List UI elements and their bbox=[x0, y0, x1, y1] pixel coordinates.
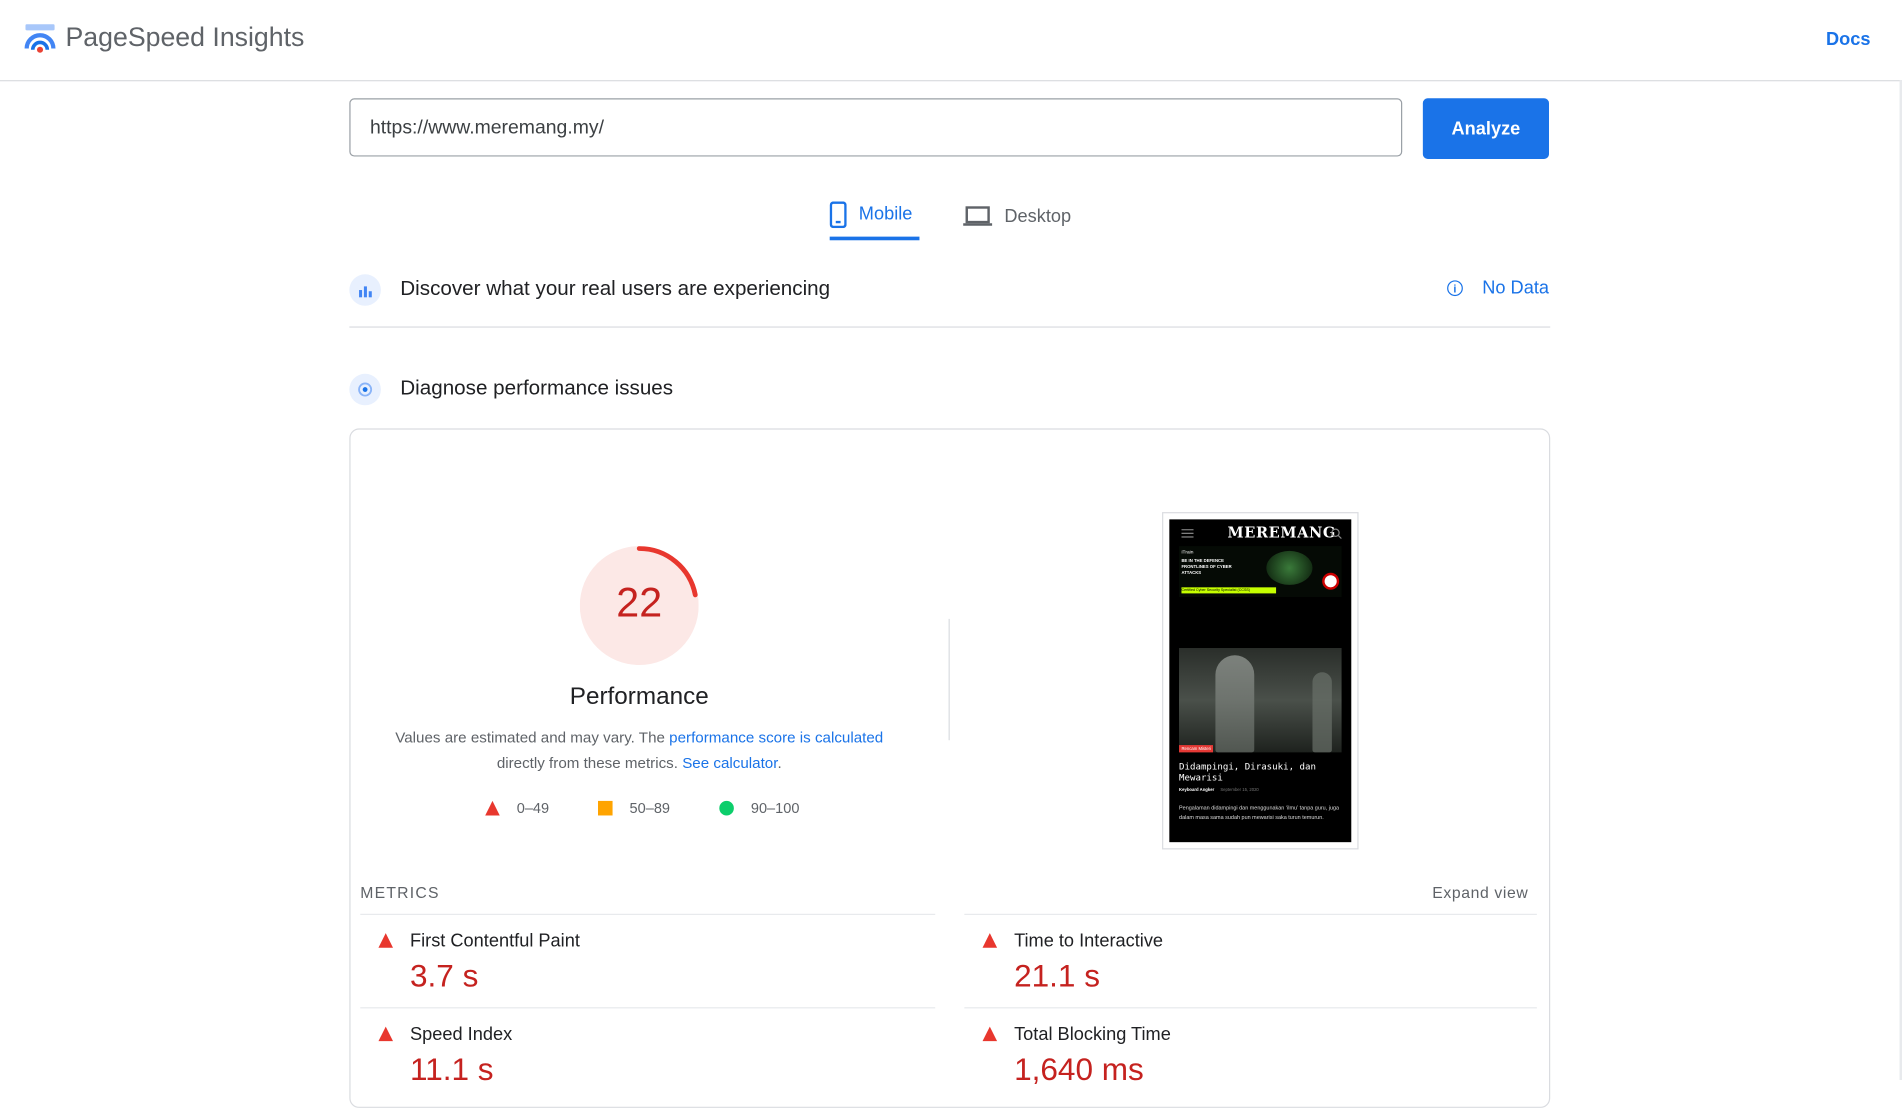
diagnose-radar-icon bbox=[349, 373, 381, 406]
ad-shield-icon bbox=[1322, 572, 1340, 590]
screenshot-byline: Keyboard Angker September 15, 2020 bbox=[1179, 788, 1259, 793]
legend-average-range: 50–89 bbox=[629, 799, 671, 817]
laptop-icon bbox=[963, 206, 993, 226]
expand-view-toggle[interactable]: Expand view bbox=[1432, 883, 1528, 901]
note-prefix: Values are estimated and may vary. The bbox=[395, 729, 670, 747]
page-screenshot: MEREMANG iTrain BE IN THE DEFENCE FRONTL… bbox=[1162, 512, 1359, 850]
see-calculator-link[interactable]: See calculator bbox=[682, 755, 777, 772]
tab-desktop[interactable]: Desktop bbox=[963, 192, 1084, 241]
legend-fail-range: 0–49 bbox=[516, 799, 550, 817]
tab-mobile[interactable]: Mobile bbox=[829, 192, 920, 241]
pagespeed-logo-icon bbox=[24, 24, 56, 53]
legend-average: 50–89 bbox=[598, 800, 670, 817]
screenshot-date: September 15, 2020 bbox=[1220, 787, 1259, 793]
no-data-label: No Data bbox=[1482, 277, 1550, 299]
ad-virus-graphic bbox=[1266, 550, 1313, 585]
info-icon: i bbox=[1447, 280, 1463, 297]
fail-triangle-icon bbox=[982, 933, 998, 948]
performance-note: Values are estimated and may vary. The p… bbox=[386, 726, 893, 777]
users-chart-icon bbox=[349, 274, 381, 306]
ghost-figure bbox=[1215, 655, 1255, 753]
docs-link[interactable]: Docs bbox=[1826, 29, 1871, 50]
screenshot-author: Keyboard Angker bbox=[1179, 787, 1215, 793]
screenshot-search-icon bbox=[1331, 528, 1342, 539]
screenshot-screen: MEREMANG iTrain BE IN THE DEFENCE FRONTL… bbox=[1169, 519, 1352, 843]
performance-score: 22 bbox=[616, 580, 663, 627]
metrics-heading: METRICS bbox=[360, 883, 440, 902]
fail-triangle-icon bbox=[378, 1026, 394, 1042]
screenshot-site-logo: MEREMANG bbox=[1227, 524, 1336, 542]
hamburger-icon bbox=[1181, 529, 1194, 538]
legend-fail: 0–49 bbox=[485, 800, 549, 817]
pass-circle-icon bbox=[719, 800, 734, 816]
screenshot-category-tag: Rencam Misteri bbox=[1179, 745, 1214, 753]
card-vertical-divider bbox=[948, 618, 950, 741]
top-header: PageSpeed Insights Docs bbox=[0, 0, 1902, 82]
average-square-icon bbox=[598, 800, 613, 816]
tab-desktop-label: Desktop bbox=[1004, 205, 1072, 227]
no-data-link[interactable]: i No Data bbox=[1447, 278, 1549, 299]
metric-value: 11.1 s bbox=[409, 1050, 494, 1088]
legend-pass: 90–100 bbox=[719, 800, 799, 817]
performance-label: Performance bbox=[569, 683, 709, 710]
fail-triangle-icon bbox=[485, 800, 500, 816]
fail-triangle-icon bbox=[982, 1026, 998, 1042]
ad-text: BE IN THE DEFENCE FRONTLINES OF CYBER AT… bbox=[1181, 558, 1232, 576]
metrics-divider bbox=[360, 913, 936, 915]
metric-name: Total Blocking Time bbox=[1014, 1024, 1171, 1045]
lab-data-title: Diagnose performance issues bbox=[400, 376, 674, 400]
metric-value: 3.7 s bbox=[409, 957, 479, 994]
metric-value: 21.1 s bbox=[1014, 957, 1100, 994]
field-data-title: Discover what your real users are experi… bbox=[400, 276, 831, 300]
analyze-button[interactable]: Analyze bbox=[1422, 98, 1550, 159]
tab-mobile-label: Mobile bbox=[858, 203, 913, 225]
note-middle: directly from these metrics. bbox=[496, 754, 683, 772]
page: PageSpeed Insights Docs https://www.mere… bbox=[0, 0, 1902, 1108]
metric-name: Speed Index bbox=[409, 1024, 513, 1045]
metric-value: 1,640 ms bbox=[1014, 1050, 1144, 1088]
brand-title[interactable]: PageSpeed Insights bbox=[66, 22, 305, 54]
screenshot-excerpt: Pengalaman didampingi dan menggunakan ‘i… bbox=[1179, 804, 1340, 821]
note-suffix: . bbox=[777, 754, 782, 772]
score-calculated-link[interactable]: performance score is calculated bbox=[669, 729, 883, 746]
metric-name: First Contentful Paint bbox=[409, 930, 580, 952]
fail-triangle-icon bbox=[378, 933, 394, 948]
metric-name: Time to Interactive bbox=[1014, 930, 1164, 952]
section-divider bbox=[349, 326, 1551, 328]
screenshot-ad-banner: iTrain BE IN THE DEFENCE FRONTLINES OF C… bbox=[1179, 546, 1342, 598]
screenshot-headline: Didampingi, Dirasuki, dan Mewarisi bbox=[1179, 760, 1316, 783]
url-input-value: https://www.meremang.my/ bbox=[369, 117, 605, 139]
metrics-divider bbox=[360, 1007, 936, 1009]
ad-badge: Certified Cyber Security Specialist (CCS… bbox=[1181, 587, 1277, 594]
ad-brand: iTrain bbox=[1181, 548, 1194, 555]
url-input[interactable]: https://www.meremang.my/ bbox=[349, 98, 1403, 157]
mobile-phone-icon bbox=[829, 200, 847, 228]
legend-pass-range: 90–100 bbox=[750, 799, 800, 817]
metrics-divider bbox=[964, 913, 1537, 915]
screenshot-article-image bbox=[1179, 648, 1342, 753]
metrics-divider bbox=[964, 1007, 1537, 1009]
ghost-figure-small bbox=[1312, 672, 1332, 753]
